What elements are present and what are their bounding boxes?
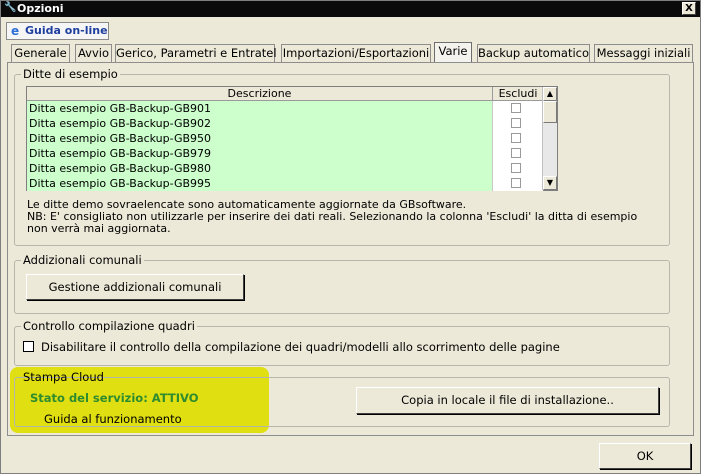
tab-messaggi[interactable]: Messaggi iniziali xyxy=(594,44,693,63)
tab-avvio[interactable]: Avvio xyxy=(75,44,112,63)
table-row[interactable]: Ditta esempio GB-Backup-GB950 xyxy=(27,131,543,146)
column-header-descrizione[interactable]: Descrizione xyxy=(27,87,493,101)
addizionali-group-label: Addizionali comunali xyxy=(21,253,144,267)
cell-escludi xyxy=(493,101,543,116)
escludi-checkbox[interactable] xyxy=(511,163,521,173)
guida-funzionamento-link[interactable]: Guida al funzionamento xyxy=(44,412,182,426)
scroll-thumb[interactable] xyxy=(543,101,557,123)
escludi-checkbox[interactable] xyxy=(511,103,521,113)
ditte-group-label: Ditte di esempio xyxy=(21,67,120,81)
grid-header: Descrizione Escludi xyxy=(27,87,543,101)
cell-escludi xyxy=(493,131,543,146)
tab-varie[interactable]: Varie xyxy=(434,42,472,64)
cell-descrizione[interactable]: Ditta esempio GB-Backup-GB980 xyxy=(27,161,493,176)
disabilita-controllo-label[interactable]: Disabilitare il controllo della compilaz… xyxy=(41,340,560,354)
table-row[interactable]: Ditta esempio GB-Backup-GB979 xyxy=(27,146,543,161)
title-bar: 🔧 Opzioni X xyxy=(1,1,700,17)
ditte-note-line-3: non verrà mai aggiornata. xyxy=(27,222,171,235)
cell-escludi xyxy=(493,116,543,131)
controllo-group-label: Controllo compilazione quadri xyxy=(21,319,197,333)
online-help-button[interactable]: e Guida on-line xyxy=(6,22,109,40)
tab-generale[interactable]: Generale xyxy=(11,44,70,63)
cell-descrizione[interactable]: Ditta esempio GB-Backup-GB995 xyxy=(27,176,493,191)
column-header-escludi[interactable]: Escludi xyxy=(493,87,543,101)
window-title: Opzioni xyxy=(17,2,64,15)
cloud-group-label: Stampa Cloud xyxy=(23,370,104,384)
escludi-checkbox[interactable] xyxy=(511,178,521,188)
tab-importazioni[interactable]: Importazioni/Esportazioni xyxy=(281,44,431,63)
table-row[interactable]: Ditta esempio GB-Backup-GB995 xyxy=(27,176,543,191)
tab-backup[interactable]: Backup automatico xyxy=(477,44,590,63)
copia-installazione-button[interactable]: Copia in locale il file di installazione… xyxy=(356,387,659,414)
table-row[interactable]: Ditta esempio GB-Backup-GB980 xyxy=(27,161,543,176)
table-row[interactable]: Ditta esempio GB-Backup-GB901 xyxy=(27,101,543,116)
escludi-checkbox[interactable] xyxy=(511,148,521,158)
cell-descrizione[interactable]: Ditta esempio GB-Backup-GB950 xyxy=(27,131,493,146)
escludi-checkbox[interactable] xyxy=(511,133,521,143)
disabilita-controllo-checkbox[interactable] xyxy=(23,341,34,352)
cell-escludi xyxy=(493,146,543,161)
cell-descrizione[interactable]: Ditta esempio GB-Backup-GB901 xyxy=(27,101,493,116)
ok-button[interactable]: OK xyxy=(599,443,691,469)
vertical-scrollbar[interactable]: ▲ ▼ xyxy=(542,87,557,190)
wrench-icon: 🔧 xyxy=(4,2,17,13)
escludi-checkbox[interactable] xyxy=(511,118,521,128)
cell-descrizione[interactable]: Ditta esempio GB-Backup-GB902 xyxy=(27,116,493,131)
tab-gerico[interactable]: Gerico, Parametri e Entratel xyxy=(115,44,277,63)
grid-rows: Ditta esempio GB-Backup-GB901 Ditta esem… xyxy=(27,101,543,191)
scroll-up-arrow-icon[interactable]: ▲ xyxy=(543,87,557,101)
ditte-grid: Descrizione Escludi Ditta esempio GB-Bac… xyxy=(26,86,558,191)
gestione-addizionali-button[interactable]: Gestione addizionali comunali xyxy=(26,274,244,300)
options-dialog: 🔧 Opzioni X e Guida on-line Generale Avv… xyxy=(0,0,701,474)
service-status-text: Stato del servizio: ATTIVO xyxy=(30,391,199,405)
table-row[interactable]: Ditta esempio GB-Backup-GB902 xyxy=(27,116,543,131)
internet-explorer-icon: e xyxy=(11,24,20,38)
scroll-down-arrow-icon[interactable]: ▼ xyxy=(543,176,557,190)
cell-escludi xyxy=(493,176,543,191)
cell-escludi xyxy=(493,161,543,176)
cell-descrizione[interactable]: Ditta esempio GB-Backup-GB979 xyxy=(27,146,493,161)
close-button[interactable]: X xyxy=(682,2,696,15)
online-help-label: Guida on-line xyxy=(25,24,108,37)
